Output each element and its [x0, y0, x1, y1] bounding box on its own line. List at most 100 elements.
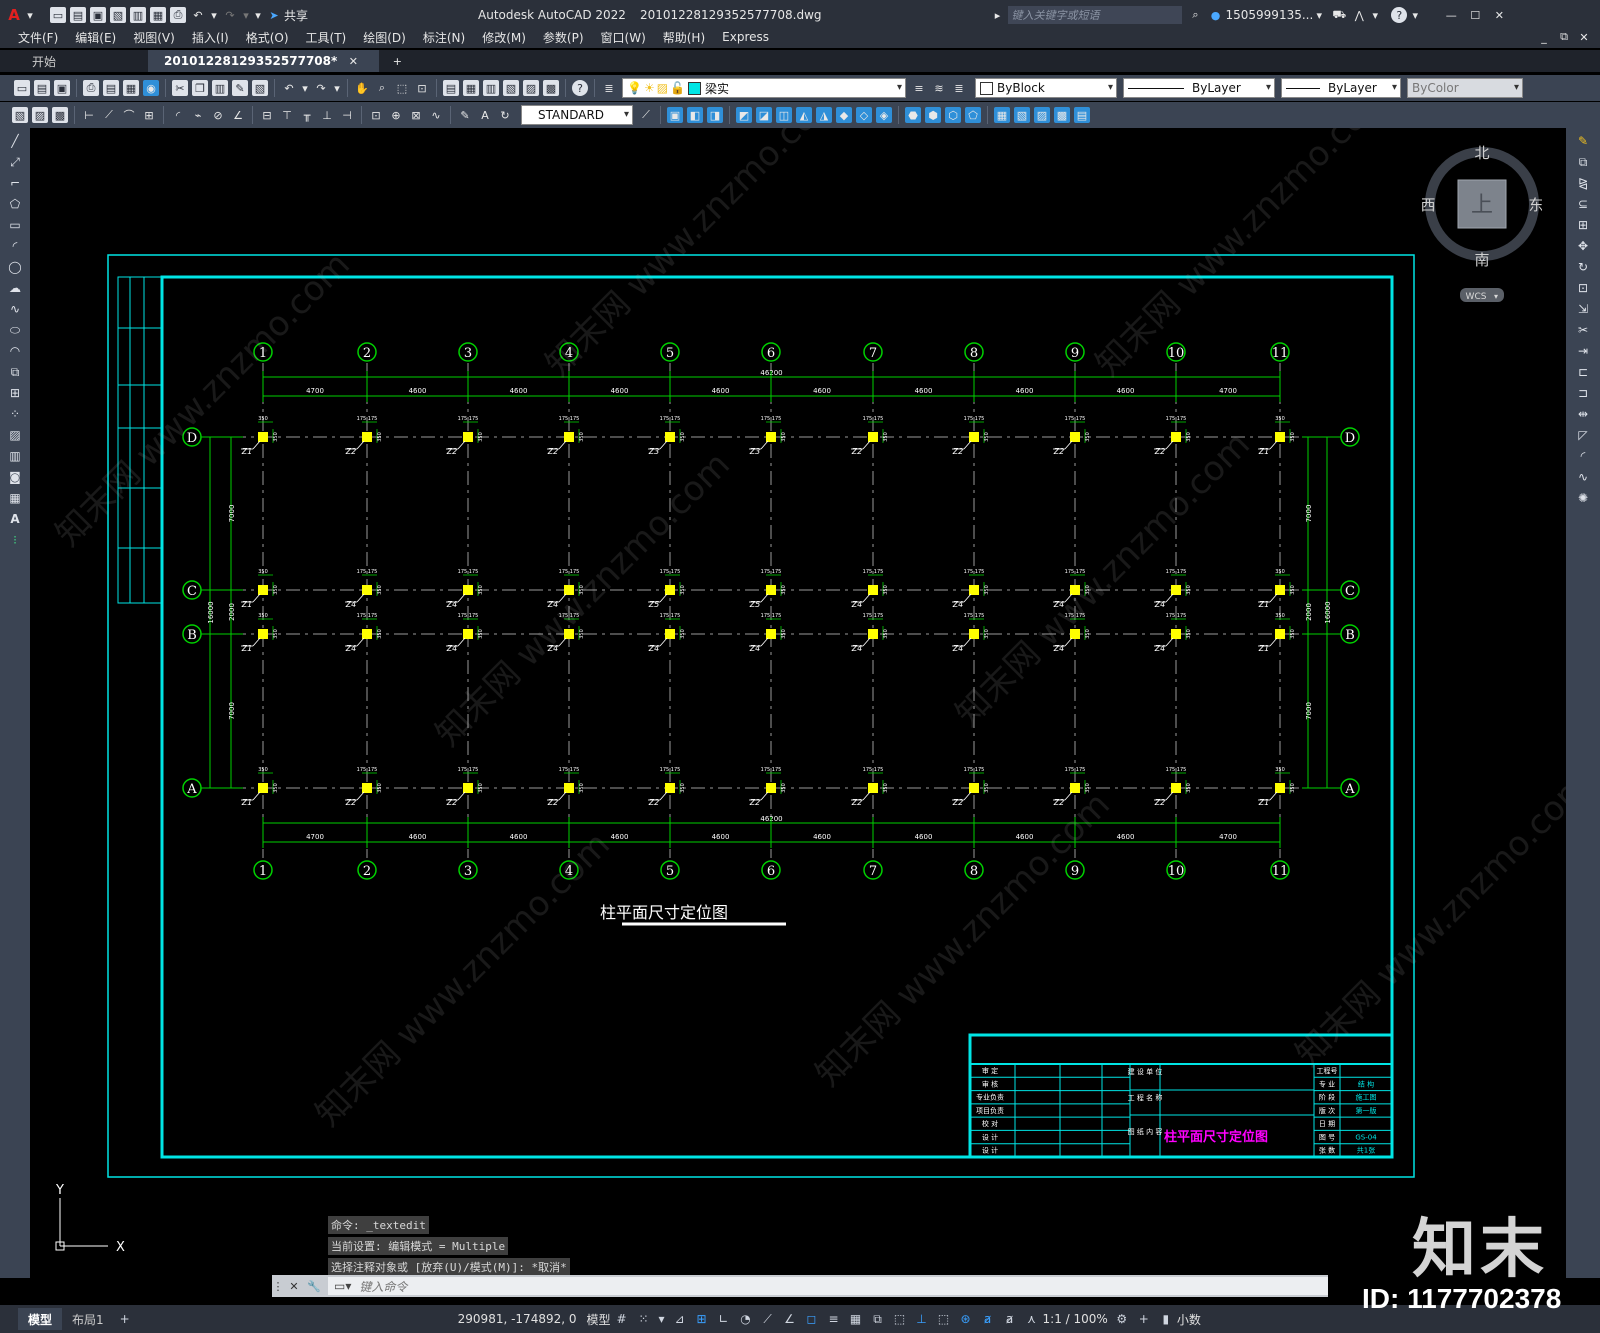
circle-icon[interactable]: ◯ — [5, 259, 25, 275]
camera-icon[interactable]: ▨ — [1034, 107, 1050, 123]
help-dropdown-icon[interactable]: ▾ — [1411, 7, 1419, 23]
dim-aligned-icon[interactable]: ⟋ — [101, 107, 117, 123]
walk-icon[interactable]: ▩ — [1054, 107, 1070, 123]
autodesk-app-dropdown-icon[interactable]: ▾ — [1371, 7, 1379, 23]
drawing-canvas[interactable]: 4620047004600460046004600460046004600460… — [30, 128, 1566, 1278]
edit-icon[interactable]: ▨ — [32, 107, 48, 123]
lineweight-icon[interactable]: ≡ — [826, 1311, 842, 1327]
object-snap-icon[interactable]: ◻ — [804, 1311, 820, 1327]
color-dropdown[interactable]: ByBlock ▾ — [975, 78, 1117, 98]
make-block-icon[interactable]: ⊞ — [5, 385, 25, 401]
solid-union-icon[interactable]: ◧ — [687, 107, 703, 123]
chamfer-icon[interactable]: ◸ — [1573, 427, 1593, 443]
dim-break-icon[interactable]: ⊣ — [339, 107, 355, 123]
lineweight-dropdown[interactable]: ByLayer ▾ — [1281, 78, 1401, 98]
dynamic-input-icon[interactable]: ⊞ — [694, 1311, 710, 1327]
block-editor-icon[interactable]: ▧ — [252, 80, 268, 96]
rotate-icon[interactable]: ↻ — [1573, 259, 1593, 275]
center-mark-icon[interactable]: ⊕ — [388, 107, 404, 123]
units-value[interactable]: 小数 — [1177, 1311, 1201, 1328]
polygon-icon[interactable]: ⬠ — [5, 196, 25, 212]
region-icon[interactable]: ◙ — [5, 469, 25, 485]
compass-west[interactable]: 西 — [1420, 196, 1436, 214]
mesh-smooth-icon[interactable]: ⬣ — [905, 107, 921, 123]
dimstyle-manager-icon[interactable]: ⟋ — [638, 107, 654, 123]
dim-jogged-icon[interactable]: ⌁ — [190, 107, 206, 123]
slice-icon[interactable]: ◆ — [836, 107, 852, 123]
polyline-icon[interactable]: ⌐ — [5, 175, 25, 191]
match-properties-icon[interactable]: ✎ — [232, 80, 248, 96]
auto-scale-icon[interactable]: ⱥ — [1002, 1311, 1018, 1327]
erase-icon[interactable]: ✎ — [1573, 133, 1593, 149]
mtext-icon[interactable]: A — [5, 511, 25, 527]
menu-draw[interactable]: 绘图(D) — [363, 29, 406, 46]
publish-icon[interactable]: ▦ — [123, 80, 139, 96]
markup-icon[interactable]: ▨ — [523, 80, 539, 96]
coordinates[interactable]: 290981, -174892, 0 — [458, 1312, 577, 1326]
drawing-title[interactable]: 柱平面尺寸定位图 — [600, 903, 728, 922]
fillet-icon[interactable]: ◜ — [1573, 448, 1593, 464]
properties-icon[interactable]: ▤ — [443, 80, 459, 96]
search-expand-icon[interactable]: ▸ — [994, 7, 1002, 23]
compass-south[interactable]: 南 — [1474, 251, 1489, 269]
menu-express[interactable]: Express — [722, 30, 769, 44]
tool-palettes-icon[interactable]: ▥ — [483, 80, 499, 96]
layer-state-icon[interactable]: ≣ — [951, 80, 967, 96]
menu-view[interactable]: 视图(V) — [133, 29, 175, 46]
menu-tools[interactable]: 工具(T) — [306, 29, 347, 46]
annotation-scale-icon[interactable]: ⋏ — [1024, 1311, 1040, 1327]
paste-icon[interactable]: ▥ — [212, 80, 228, 96]
layer-vp-icon[interactable]: ▨ — [657, 81, 668, 95]
share-button[interactable]: 共享 — [284, 7, 308, 24]
tab-close-icon[interactable]: ✕ — [345, 53, 361, 69]
selection-filter-icon[interactable]: ⬚ — [936, 1311, 952, 1327]
layer-dropdown[interactable]: 💡 ☀ ▨ 🔓 梁实 ▾ — [622, 78, 906, 98]
menu-help[interactable]: 帮助(H) — [663, 29, 705, 46]
menu-insert[interactable]: 插入(I) — [192, 29, 229, 46]
table-icon[interactable]: ▦ — [5, 490, 25, 506]
menu-edit[interactable]: 编辑(E) — [75, 29, 116, 46]
add-layout-icon[interactable]: + — [117, 1311, 133, 1327]
copy-icon[interactable]: ❐ — [192, 80, 208, 96]
dim-baseline-icon[interactable]: ⊤ — [279, 107, 295, 123]
autodesk-app-icon[interactable]: ⋀ — [1351, 7, 1367, 23]
thicken-icon[interactable]: ◇ — [856, 107, 872, 123]
tab-layout1[interactable]: 布局1 — [62, 1308, 114, 1330]
command-input[interactable]: ▭▾ 键入命令 — [328, 1277, 1328, 1295]
explode-icon[interactable]: ✺ — [1573, 490, 1593, 506]
undo-dropdown-icon[interactable]: ▾ — [301, 80, 309, 96]
compass-north[interactable]: 北 — [1474, 144, 1489, 162]
layer-properties-icon[interactable]: ≣ — [601, 80, 617, 96]
calculator-icon[interactable]: ▩ — [543, 80, 559, 96]
annotation-monitor-icon[interactable]: + — [1136, 1311, 1152, 1327]
tab-model[interactable]: 模型 — [18, 1308, 63, 1330]
menu-dimension[interactable]: 标注(N) — [423, 29, 465, 46]
quick-dim-icon[interactable]: ⊟ — [259, 107, 275, 123]
dim-angular-icon[interactable]: ∠ — [230, 107, 246, 123]
units-icon[interactable]: ▮ — [1158, 1311, 1174, 1327]
help-icon[interactable]: ? — [572, 80, 588, 96]
dim-diameter-icon[interactable]: ⊘ — [210, 107, 226, 123]
jogged-linear-icon[interactable]: ∿ — [428, 107, 444, 123]
sweep-icon[interactable]: ◫ — [776, 107, 792, 123]
join-icon[interactable]: ⇹ — [1573, 406, 1593, 422]
search-icon[interactable]: ⌕ — [1188, 7, 1204, 23]
menu-format[interactable]: 格式(O) — [246, 29, 289, 46]
annotation-visibility-icon[interactable]: ⱥ — [980, 1311, 996, 1327]
presspull-icon[interactable]: ◪ — [756, 107, 772, 123]
spline-icon[interactable]: ∿ — [5, 301, 25, 317]
dim-edit-icon[interactable]: ✎ — [457, 107, 473, 123]
linetype-dropdown[interactable]: ByLayer ▾ — [1123, 78, 1275, 98]
layers-icon[interactable]: ▩ — [52, 107, 68, 123]
zoom-realtime-icon[interactable]: ⌕ — [374, 80, 390, 96]
dynamic-ucs-icon[interactable]: ⊥ — [914, 1311, 930, 1327]
snap-dropdown-icon[interactable]: ▾ — [658, 1311, 666, 1327]
doc-restore-icon[interactable]: ⧉ — [1556, 29, 1572, 45]
autocad-logo-icon[interactable]: A — [6, 6, 22, 24]
trim-icon[interactable]: ✂ — [1573, 322, 1593, 338]
search-input[interactable]: 键入关键字或短语 — [1007, 6, 1182, 24]
viewcube-top-label[interactable]: 上 — [1471, 193, 1493, 218]
plot-icon[interactable]: ⎙ — [83, 80, 99, 96]
dimstyle-dropdown[interactable]: STANDARD ▾ — [521, 105, 633, 125]
tab-start[interactable]: 开始 — [0, 50, 76, 72]
